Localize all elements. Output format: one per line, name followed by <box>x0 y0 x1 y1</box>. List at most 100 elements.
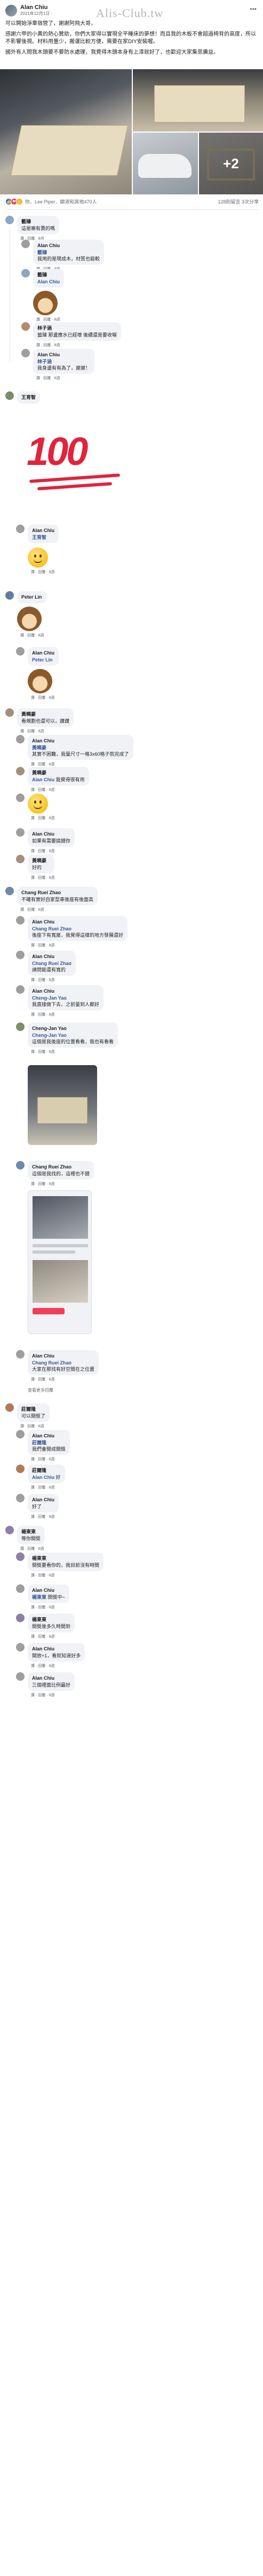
commenter-name[interactable]: Alan Chiu <box>32 1433 66 1439</box>
mention-tag[interactable]: Chang Ruei Zhao <box>32 926 71 931</box>
avatar[interactable] <box>16 525 25 533</box>
comment-actions[interactable]: 讚 · 回覆 · 8週 <box>31 762 133 767</box>
mention-tag[interactable]: Alan Chiu <box>32 1475 54 1480</box>
avatar[interactable] <box>16 916 25 925</box>
comment-actions[interactable]: 讚 · 回覆 · 8週 <box>20 1546 45 1551</box>
commenter-name[interactable]: 黃曉豪 <box>32 770 85 776</box>
commenter-name[interactable]: 黃曉豪 <box>21 711 69 717</box>
comment-actions[interactable]: 讚 · 回覆 · 8週 <box>31 1485 65 1490</box>
avatar[interactable] <box>16 794 25 802</box>
commenter-name[interactable]: 藝臻 <box>21 218 55 225</box>
comment-actions[interactable]: 讚 · 回覆 · 8週 <box>31 1692 75 1698</box>
car-exterior-photo[interactable] <box>133 133 198 194</box>
avatar[interactable] <box>5 391 14 400</box>
avatar[interactable] <box>5 591 14 600</box>
mention-tag[interactable]: 王育智 <box>32 535 46 540</box>
avatar[interactable] <box>16 735 25 743</box>
avatar[interactable] <box>21 269 30 277</box>
mention-tag[interactable]: Chang Ruei Zhao <box>32 961 71 966</box>
comment-actions[interactable]: 讚 · 回覆 · 8週 <box>31 1377 99 1382</box>
mention-tag[interactable]: 藝臻 <box>37 250 47 255</box>
mention-tag[interactable]: Alan Chiu <box>32 777 54 782</box>
avatar[interactable] <box>16 1430 25 1438</box>
commenter-name[interactable]: 莊爾隆 <box>32 1467 61 1474</box>
avatar[interactable] <box>5 216 14 224</box>
comment-actions[interactable]: 讚 · 回覆 · 8週 <box>20 907 98 912</box>
more-photos-overlay[interactable]: +2 <box>199 133 263 194</box>
avatar[interactable] <box>16 1614 25 1622</box>
avatar[interactable] <box>21 322 30 331</box>
comment-actions[interactable]: 讚 · 回覆 · 8週 <box>31 787 89 792</box>
avatar[interactable] <box>16 1494 25 1502</box>
mention-tag[interactable]: Peter Lin <box>32 657 53 663</box>
more-options-icon[interactable]: ••• <box>250 5 257 13</box>
commenter-name[interactable]: Alan Chiu <box>32 1353 94 1359</box>
mention-tag[interactable]: Chang Ruei Zhao <box>32 1360 71 1365</box>
avatar[interactable] <box>5 708 14 717</box>
commenter-name[interactable]: Alan Chiu <box>32 1675 70 1681</box>
commenter-name[interactable]: Chang Ruei Zhao <box>32 1164 90 1170</box>
attached-photo[interactable] <box>28 1065 97 1145</box>
hundred-emoji-image[interactable]: 100 <box>16 407 139 514</box>
mention-tag[interactable]: 林子涵 <box>37 359 52 364</box>
avatar[interactable] <box>16 1023 25 1031</box>
avatar[interactable] <box>16 1643 25 1651</box>
commenter-name[interactable]: Cheng-Jan Yao <box>32 1025 114 1032</box>
commenter-name[interactable]: Alan Chiu <box>32 988 99 994</box>
commenter-name[interactable]: Alan Chiu <box>32 831 70 837</box>
mention-tag[interactable]: 黃曉豪 <box>32 745 46 750</box>
commenter-name[interactable]: 莊爾隆 <box>21 1406 45 1412</box>
avatar[interactable] <box>5 1526 14 1534</box>
commenter-name[interactable]: 林子涵 <box>37 325 117 331</box>
comment-share-counts[interactable]: 128則留言 3次分享 <box>218 198 259 205</box>
comment-actions[interactable]: 讚 · 回覆 · 8週 <box>31 695 59 700</box>
comment-actions[interactable]: 讚 · 回覆 · 8週 <box>31 875 54 880</box>
comment-actions[interactable]: 讚 · 回覆 · 8週 <box>31 848 75 854</box>
commenter-name[interactable]: Alan Chiu <box>32 919 123 925</box>
comment-actions[interactable]: 讚 · 回覆 · 8週 <box>36 317 64 322</box>
comment-actions[interactable]: 讚 · 回覆 · 8週 <box>31 1605 69 1610</box>
avatar[interactable] <box>21 349 30 357</box>
post-time[interactable]: 2021年12月1日 · <box>20 11 52 17</box>
comment-actions[interactable]: 讚 · 回覆 · 8週 <box>31 1573 103 1578</box>
commenter-name[interactable]: Peter Lin <box>21 594 42 600</box>
avatar[interactable] <box>16 1161 25 1170</box>
comment-actions[interactable]: 讚 · 回覆 · 8週 <box>31 1049 118 1054</box>
comment-actions[interactable]: 讚 · 回覆 · 8週 <box>20 1424 50 1429</box>
avatar[interactable] <box>5 887 14 895</box>
avatar[interactable] <box>16 767 25 775</box>
avatar[interactable] <box>5 1403 14 1412</box>
avatar[interactable] <box>16 1552 25 1561</box>
commenter-name[interactable]: 藝臻 <box>37 272 60 278</box>
commenter-name[interactable]: Chang Ruei Zhao <box>21 889 93 896</box>
comment-actions[interactable]: 讚 · 回覆 · 8週 <box>31 1514 59 1519</box>
commenter-name[interactable]: 楊東東 <box>21 1528 41 1535</box>
board-frame-photo[interactable]: +2 <box>199 133 263 194</box>
comment-actions[interactable]: 讚 · 回覆 · 8週 <box>31 1457 70 1462</box>
avatar[interactable] <box>16 1350 25 1359</box>
reactions-summary[interactable]: 你、Lee Piper、錦淑和其他470人 <box>25 198 97 205</box>
care-reaction-icon[interactable]: ☺ <box>16 198 23 205</box>
comment-actions[interactable]: 讚 · 回覆 · 8週 <box>31 1012 103 1017</box>
author-avatar[interactable] <box>5 4 17 17</box>
commenter-name[interactable]: Alan Chiu <box>32 1496 54 1503</box>
commenter-name[interactable]: Alan Chiu <box>37 351 90 358</box>
comment-actions[interactable]: 讚 · 回覆 · 8週 <box>20 729 74 734</box>
comment-actions[interactable]: 讚 · 回覆 · 8週 <box>36 342 121 348</box>
comment-actions[interactable]: 讚 · 回覆 · 8週 <box>31 943 127 948</box>
mention-tag[interactable]: Cheng-Jan Yao <box>32 1033 67 1038</box>
commenter-name[interactable]: Alan Chiu <box>32 953 71 960</box>
avatar[interactable] <box>21 240 30 248</box>
commenter-name[interactable]: Alan Chiu <box>32 650 54 656</box>
avatar[interactable] <box>16 828 25 837</box>
view-more-replies[interactable]: 查看更多回覆 <box>28 1387 53 1393</box>
commenter-name[interactable]: Alan Chiu <box>32 1587 65 1593</box>
avatar[interactable] <box>16 855 25 863</box>
comment-actions[interactable]: 讚 · 回覆 · 8週 <box>31 977 76 983</box>
bed-board-photo[interactable] <box>133 69 263 132</box>
comment-actions[interactable]: 讚 · 回覆 · 8週 <box>31 1181 94 1187</box>
commenter-name[interactable]: Alan Chiu <box>37 242 100 249</box>
avatar[interactable] <box>16 985 25 994</box>
commenter-name[interactable]: 黃曉豪 <box>32 857 50 864</box>
attached-screenshot[interactable] <box>28 1190 92 1334</box>
